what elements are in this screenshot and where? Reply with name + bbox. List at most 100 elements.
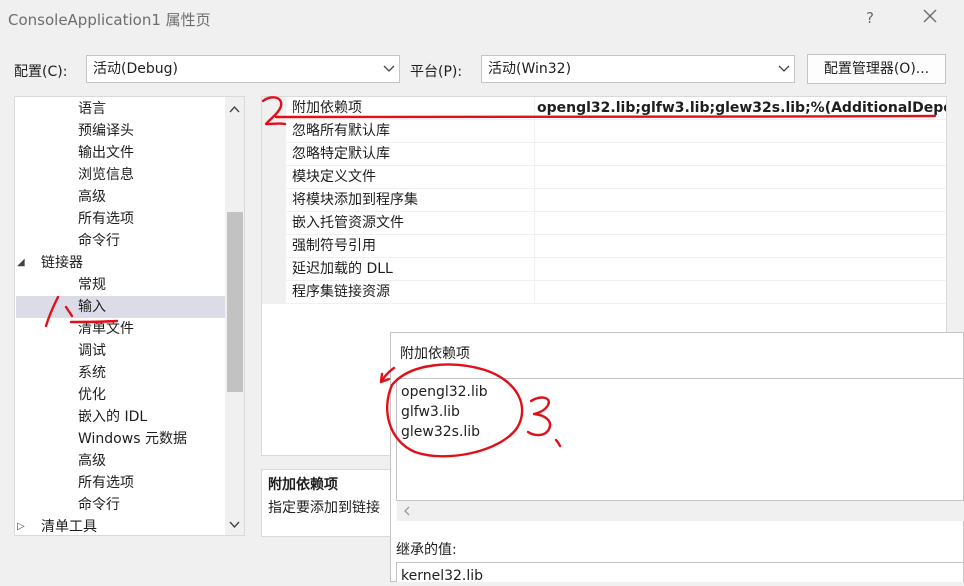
- tree-item[interactable]: 所有选项: [78, 208, 134, 230]
- description-title: 附加依赖项: [268, 477, 338, 493]
- tree-item-label: 优化: [78, 387, 106, 403]
- platform-label: 平台(P):: [410, 64, 463, 80]
- tree-item-label: 高级: [78, 453, 106, 469]
- tree-item[interactable]: 系统: [78, 362, 106, 384]
- tree-item[interactable]: ▷ 清单工具: [17, 516, 97, 535]
- property-row[interactable]: 将模块添加到程序集: [262, 189, 946, 212]
- dependency-line: glfw3.lib: [401, 404, 460, 420]
- dialog-title: 附加依赖项: [400, 346, 470, 362]
- property-row-gutter: [262, 143, 286, 166]
- inherited-values-box: kernel32.lib: [396, 562, 964, 584]
- tree-item-label: 命令行: [78, 497, 120, 513]
- property-row[interactable]: 强制符号引用: [262, 235, 946, 258]
- tree-item-label: 输入: [78, 299, 106, 315]
- tree-item[interactable]: 浏览信息: [78, 164, 134, 186]
- property-value[interactable]: [534, 281, 946, 303]
- description-text: 指定要添加到链接: [268, 500, 380, 516]
- property-row[interactable]: 嵌入托管资源文件: [262, 212, 946, 235]
- window-title: ConsoleApplication1 属性页: [8, 11, 211, 29]
- tree-item[interactable]: 命令行: [78, 230, 120, 252]
- config-manager-button[interactable]: 配置管理器(O)...: [807, 54, 946, 84]
- tree-item-label: 常规: [78, 277, 106, 293]
- tree-item[interactable]: 所有选项: [78, 472, 134, 494]
- property-value[interactable]: [534, 120, 946, 142]
- scroll-up-icon[interactable]: [225, 100, 244, 120]
- chevron-down-icon: [383, 65, 395, 72]
- property-value[interactable]: opengl32.lib;glfw3.lib;glew32s.lib;%(Add…: [534, 97, 946, 119]
- collapse-arrow-icon[interactable]: ◢: [17, 252, 25, 274]
- tree-item[interactable]: 优化: [78, 384, 106, 406]
- property-name: 嵌入托管资源文件: [292, 215, 404, 231]
- description-pane: 附加依赖项 指定要添加到链接: [261, 469, 391, 537]
- tree-item[interactable]: 常规: [78, 274, 106, 296]
- close-button[interactable]: [920, 6, 940, 26]
- tree-item[interactable]: 高级: [78, 450, 106, 472]
- property-row-gutter: [262, 235, 286, 258]
- property-name: 将模块添加到程序集: [292, 192, 418, 208]
- tree-item[interactable]: 嵌入的 IDL: [78, 406, 147, 428]
- tree-item-label: Windows 元数据: [78, 431, 187, 447]
- close-icon: [923, 9, 937, 23]
- tree-item-label: 调试: [78, 343, 106, 359]
- tree-item[interactable]: 调试: [78, 340, 106, 362]
- edit-horizontal-scrollbar[interactable]: [397, 501, 964, 521]
- property-row[interactable]: 忽略所有默认库: [262, 120, 946, 143]
- tree-item[interactable]: 预编译头: [78, 120, 134, 142]
- property-row[interactable]: 忽略特定默认库: [262, 143, 946, 166]
- dependency-line: glew32s.lib: [401, 424, 481, 440]
- tree-item[interactable]: Windows 元数据: [78, 428, 187, 450]
- tree-item[interactable]: 语言: [78, 98, 106, 120]
- tree-item-label: 清单文件: [78, 321, 134, 337]
- property-row[interactable]: 模块定义文件: [262, 166, 946, 189]
- property-row[interactable]: 程序集链接资源: [262, 281, 946, 304]
- property-row-gutter: [262, 120, 286, 143]
- property-row[interactable]: 延迟加载的 DLL: [262, 258, 946, 281]
- tree-item[interactable]: 清单文件: [78, 318, 134, 340]
- tree-item-label: 高级: [78, 189, 106, 205]
- tree-item[interactable]: 输出文件: [78, 142, 134, 164]
- property-name: 忽略特定默认库: [292, 146, 390, 162]
- inherited-label: 继承的值:: [396, 542, 457, 558]
- scroll-down-icon[interactable]: [225, 514, 244, 534]
- tree-item[interactable]: 命令行: [78, 494, 120, 516]
- property-value[interactable]: [534, 212, 946, 234]
- help-button[interactable]: ?: [866, 9, 874, 27]
- property-value[interactable]: [534, 258, 946, 280]
- property-name: 忽略所有默认库: [292, 123, 390, 139]
- property-row-gutter: [262, 166, 286, 189]
- property-value[interactable]: [534, 166, 946, 188]
- property-value[interactable]: [534, 143, 946, 165]
- property-name: 延迟加载的 DLL: [292, 261, 393, 277]
- property-row-gutter: [262, 212, 286, 235]
- config-select[interactable]: 活动(Debug): [86, 55, 400, 83]
- tree-item[interactable]: 输入: [78, 296, 106, 318]
- tree-item-label: 系统: [78, 365, 106, 381]
- property-name: 强制符号引用: [292, 238, 376, 254]
- dependencies-edit-box[interactable]: opengl32.lib glfw3.lib glew32s.lib: [396, 378, 964, 501]
- property-value[interactable]: [534, 235, 946, 257]
- chevron-down-icon: [778, 65, 790, 72]
- expand-arrow-icon[interactable]: ▷: [17, 516, 25, 535]
- tree-item-label: 清单工具: [41, 519, 97, 535]
- tree-item[interactable]: 高级: [78, 186, 106, 208]
- tree-item-label: 所有选项: [78, 475, 134, 491]
- platform-select[interactable]: 活动(Win32): [481, 55, 795, 83]
- tree-item-label: 输出文件: [78, 145, 134, 161]
- tree-item-label: 链接器: [41, 255, 83, 271]
- config-select-value: 活动(Debug): [93, 61, 178, 77]
- category-tree[interactable]: 语言 预编译头 输出文件 浏览信息 高级 所有选项 命令行 ◢ 链接器 常规 输入 清单文件 调试 系统优…: [14, 96, 245, 536]
- config-label: 配置(C):: [14, 64, 68, 80]
- scroll-left-icon[interactable]: [399, 501, 415, 521]
- tree-item-label: 命令行: [78, 233, 120, 249]
- tree-scrollbar-thumb[interactable]: [227, 212, 243, 392]
- tree-item-label: 语言: [78, 101, 106, 117]
- property-row-gutter: [262, 97, 286, 120]
- property-row-gutter: [262, 258, 286, 281]
- property-row[interactable]: 附加依赖项 opengl32.lib;glfw3.lib;glew32s.lib;…: [262, 97, 946, 120]
- property-value[interactable]: [534, 189, 946, 211]
- tree-item-label: 浏览信息: [78, 167, 134, 183]
- dependency-line: opengl32.lib: [401, 384, 488, 400]
- tree-item[interactable]: ◢ 链接器: [17, 252, 83, 274]
- property-row-gutter: [262, 281, 286, 304]
- tree-item-label: 所有选项: [78, 211, 134, 227]
